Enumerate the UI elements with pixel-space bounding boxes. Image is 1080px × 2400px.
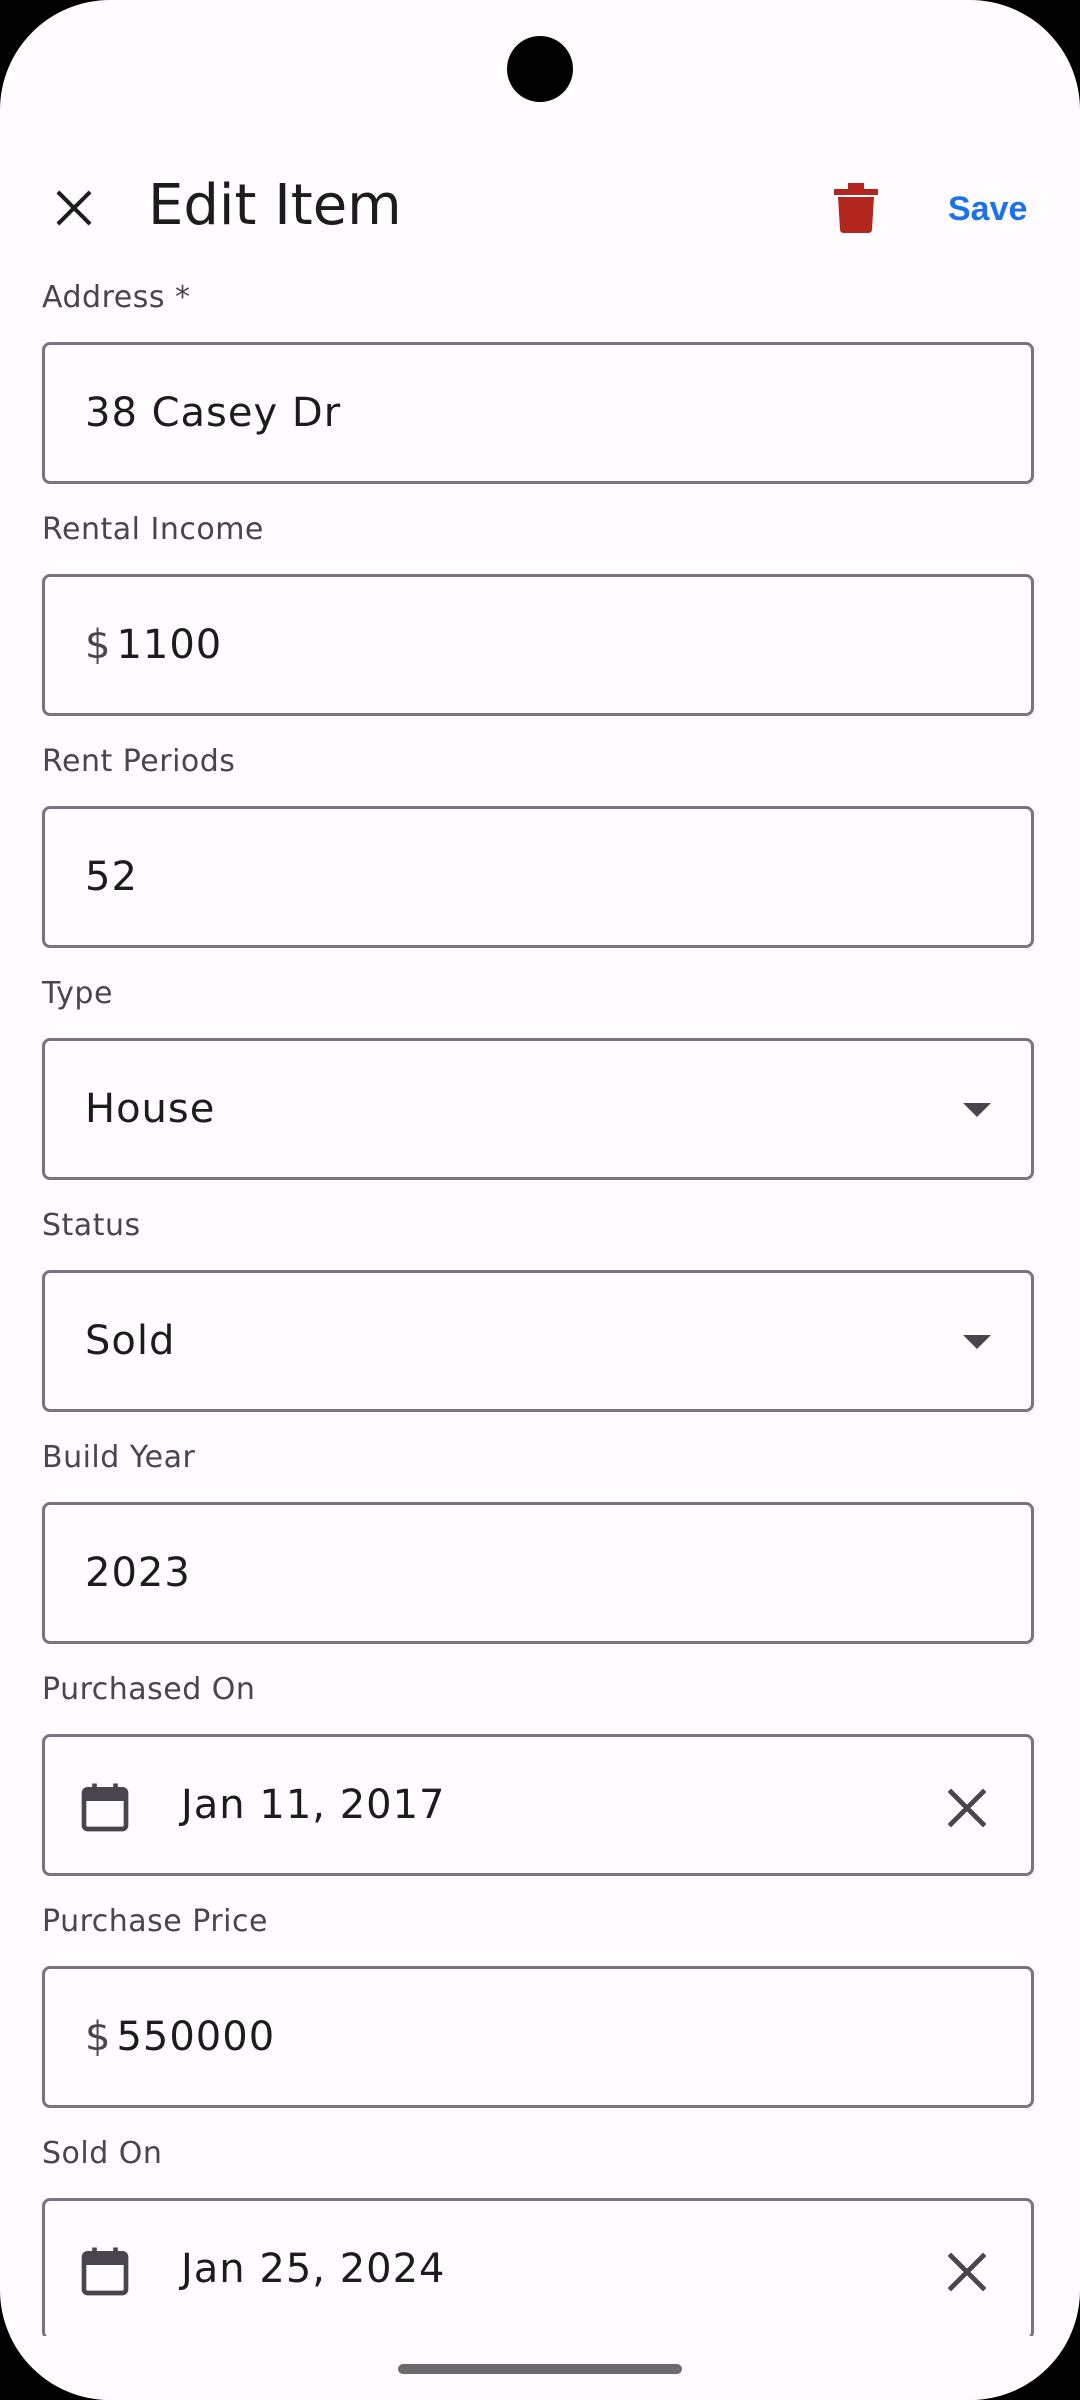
rental-income-input[interactable]: $ 1100 — [42, 574, 1034, 716]
rental-income-value: 1100 — [116, 622, 223, 668]
currency-prefix: $ — [85, 622, 111, 668]
address-label: Address * — [42, 280, 191, 315]
address-field-group: Address * 38 Casey Dr — [42, 280, 1038, 484]
close-button[interactable] — [38, 172, 110, 244]
address-value: 38 Casey Dr — [85, 390, 342, 436]
dropdown-arrow-icon — [963, 1335, 991, 1349]
save-button[interactable]: Save — [940, 174, 1035, 244]
purchase-price-label: Purchase Price — [42, 1904, 268, 1939]
type-value: House — [85, 1086, 216, 1132]
type-field-group: Type House — [42, 976, 1038, 1180]
purchase-price-value: 550000 — [116, 2014, 276, 2060]
status-field-group: Status Sold — [42, 1208, 1038, 1412]
status-label: Status — [42, 1208, 141, 1243]
rent-periods-input[interactable]: 52 — [42, 806, 1034, 948]
status-bar — [0, 0, 1080, 130]
address-input[interactable]: 38 Casey Dr — [42, 342, 1034, 484]
status-dropdown[interactable]: Sold — [42, 1270, 1034, 1412]
sold-on-value: Jan 25, 2024 — [181, 2246, 446, 2292]
close-icon — [56, 190, 92, 226]
app-bar: Edit Item Save — [0, 150, 1080, 260]
type-label: Type — [42, 976, 113, 1011]
build-year-input[interactable]: 2023 — [42, 1502, 1034, 1644]
build-year-field-group: Build Year 2023 — [42, 1440, 1038, 1644]
purchase-price-input[interactable]: $ 550000 — [42, 1966, 1034, 2108]
page-title: Edit Item — [148, 173, 402, 238]
camera-cutout — [507, 36, 573, 102]
build-year-value: 2023 — [85, 1550, 191, 1596]
sold-on-field-group: Sold On Jan 25, 2024 — [42, 2136, 1038, 2340]
purchased-on-field-group: Purchased On Jan 11, 2017 — [42, 1672, 1038, 1876]
rent-periods-field-group: Rent Periods 52 — [42, 744, 1038, 948]
home-indicator[interactable] — [398, 2364, 682, 2374]
rent-periods-value: 52 — [85, 854, 138, 900]
purchased-on-date-picker[interactable]: Jan 11, 2017 — [42, 1734, 1034, 1876]
sold-on-date-picker[interactable]: Jan 25, 2024 — [42, 2198, 1034, 2340]
calendar-icon — [81, 2247, 129, 2296]
dropdown-arrow-icon — [963, 1103, 991, 1117]
rent-periods-label: Rent Periods — [42, 744, 236, 779]
clear-icon[interactable] — [943, 1784, 991, 1832]
screen: Edit Item Save Address * 38 Casey Dr Ren… — [0, 0, 1080, 2400]
calendar-icon — [81, 1783, 129, 1832]
rental-income-field-group: Rental Income $ 1100 — [42, 512, 1038, 716]
trash-icon — [834, 183, 878, 233]
status-value: Sold — [85, 1318, 176, 1364]
clear-icon[interactable] — [943, 2248, 991, 2296]
rental-income-label: Rental Income — [42, 512, 264, 547]
currency-prefix: $ — [85, 2014, 111, 2060]
purchased-on-label: Purchased On — [42, 1672, 256, 1707]
delete-button[interactable] — [820, 172, 892, 244]
type-dropdown[interactable]: House — [42, 1038, 1034, 1180]
purchase-price-field-group: Purchase Price $ 550000 — [42, 1904, 1038, 2108]
sold-on-label: Sold On — [42, 2136, 163, 2171]
purchased-on-value: Jan 11, 2017 — [181, 1782, 446, 1828]
build-year-label: Build Year — [42, 1440, 196, 1475]
